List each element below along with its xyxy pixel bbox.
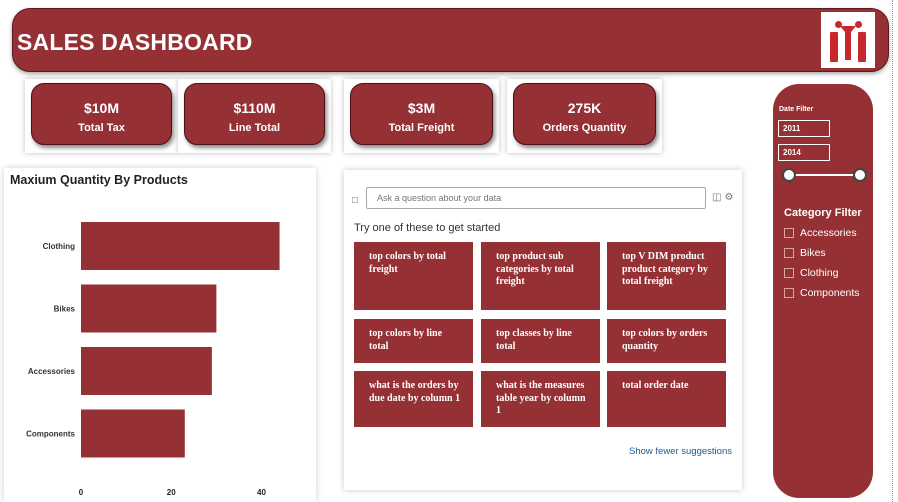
date-filter-label: Date Filter	[779, 106, 814, 113]
category-option-components[interactable]: Components	[784, 287, 860, 299]
x-tick-label: 0	[79, 488, 84, 497]
chat-icon: □	[352, 195, 359, 206]
suggestion-button[interactable]: top classes by line total	[481, 319, 600, 363]
date-slider-start-handle[interactable]	[782, 168, 796, 182]
suggestion-button[interactable]: top product sub categories by total frei…	[481, 242, 600, 310]
bar-clothing[interactable]	[81, 222, 280, 270]
filter-panel: Date Filter 2011 2014 Category Filter Ac…	[773, 84, 873, 498]
bar-chart-svg: Clothing Bikes Accessories Components 0 20 40	[26, 222, 280, 497]
checkbox[interactable]	[784, 248, 794, 258]
date-end-input[interactable]: 2014	[778, 144, 830, 161]
kpi-label: Total Freight	[388, 122, 455, 134]
x-tick-label: 20	[167, 488, 176, 497]
category-option-clothing[interactable]: Clothing	[784, 267, 839, 279]
category-tick-label: Clothing	[43, 242, 76, 251]
suggestion-button[interactable]: top V DIM product product category by to…	[607, 242, 726, 310]
category-filter-label: Category Filter	[784, 207, 862, 219]
kpi-value: $3M	[407, 100, 436, 116]
qa-question-input[interactable]	[366, 187, 706, 209]
kpi-tile: $110M Line Total	[184, 83, 325, 145]
category-option-label: Bikes	[800, 247, 826, 259]
category-tick-label: Components	[26, 430, 75, 439]
checkbox[interactable]	[784, 268, 794, 278]
bar-bikes[interactable]	[81, 284, 217, 333]
kpi-card-total-freight: $3M Total Freight	[344, 79, 499, 153]
suggestion-button[interactable]: top colors by total freight	[354, 242, 473, 310]
kpi-value: 275K	[567, 100, 602, 116]
show-fewer-suggestions-link[interactable]: Show fewer suggestions	[629, 446, 732, 457]
header-banner: SALES DASHBOARD	[12, 8, 889, 72]
category-tick-label: Accessories	[28, 367, 76, 376]
date-start-input[interactable]: 2011	[778, 120, 830, 137]
kpi-label: Line Total	[228, 122, 281, 134]
kpi-card-line-total: $110M Line Total	[178, 79, 331, 153]
quantity-by-product-chart: Maxium Quantity By Products Clothing Bike…	[4, 168, 316, 502]
category-option-label: Accessories	[800, 227, 857, 239]
page-edge-divider	[892, 0, 893, 502]
category-option-bikes[interactable]: Bikes	[784, 247, 826, 259]
date-slider-end-handle[interactable]	[853, 168, 867, 182]
checkbox[interactable]	[784, 228, 794, 238]
category-tick-label: Bikes	[54, 305, 76, 314]
x-tick-label: 40	[257, 488, 266, 497]
iti-logo-icon	[821, 12, 875, 68]
kpi-card-total-tax: $10M Total Tax	[25, 79, 178, 153]
kpi-label: Orders Quantity	[542, 122, 627, 134]
bar-components[interactable]	[81, 409, 185, 458]
kpi-tile: $10M Total Tax	[31, 83, 172, 145]
date-slider-track[interactable]	[789, 174, 860, 176]
suggestion-button[interactable]: top colors by orders quantity	[607, 319, 726, 363]
category-option-label: Clothing	[800, 267, 839, 279]
kpi-value: $110M	[233, 100, 276, 116]
suggestion-button[interactable]: total order date	[607, 371, 726, 427]
qa-tools-icons[interactable]: ◫⚙	[712, 192, 736, 203]
category-option-accessories[interactable]: Accessories	[784, 227, 857, 239]
checkbox[interactable]	[784, 288, 794, 298]
category-option-label: Components	[800, 287, 860, 299]
suggestion-button[interactable]: top colors by line total	[354, 319, 473, 363]
kpi-tile: 275K Orders Quantity	[513, 83, 656, 145]
kpi-card-orders-quantity: 275K Orders Quantity	[507, 79, 662, 153]
qa-visual: □ ◫⚙ Try one of these to get started top…	[344, 170, 742, 490]
kpi-tile: $3M Total Freight	[350, 83, 493, 145]
suggestion-button[interactable]: what is the orders by due date by column…	[354, 371, 473, 427]
dashboard-title: SALES DASHBOARD	[17, 29, 253, 55]
suggestion-button[interactable]: what is the measures table year by colum…	[481, 371, 600, 427]
kpi-value: $10M	[83, 100, 120, 116]
kpi-label: Total Tax	[78, 122, 125, 134]
qa-hint-text: Try one of these to get started	[354, 222, 501, 234]
bar-accessories[interactable]	[81, 347, 212, 395]
